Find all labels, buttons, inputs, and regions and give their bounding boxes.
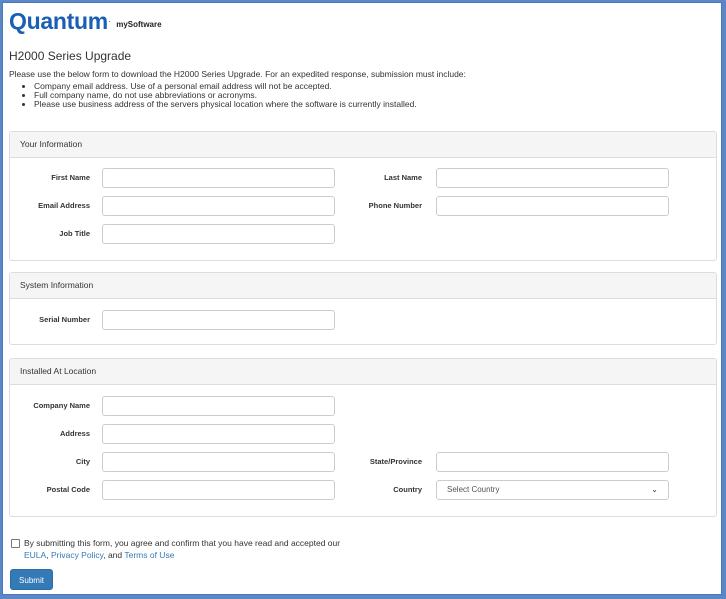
email-field[interactable] [102, 196, 335, 216]
country-label: Country [393, 485, 422, 494]
last-name-field[interactable] [436, 168, 669, 188]
postal-code-label: Postal Code [46, 485, 90, 494]
agree-checkbox[interactable] [11, 539, 20, 548]
first-name-field[interactable] [102, 168, 335, 188]
job-title-field[interactable] [102, 224, 335, 244]
company-name-label: Company Name [33, 401, 90, 410]
email-label: Email Address [38, 201, 90, 210]
state-field[interactable] [436, 452, 669, 472]
panel-heading: Installed At Location [10, 359, 716, 385]
postal-code-field[interactable] [102, 480, 335, 500]
serial-number-label: Serial Number [39, 315, 90, 324]
intro-section: H2000 Series Upgrade Please use the belo… [9, 49, 717, 109]
country-select[interactable]: Select Country ⌄ [436, 480, 669, 500]
first-name-label: First Name [51, 173, 90, 182]
product-name: mySoftware [116, 20, 162, 29]
agreement-text: By submitting this form, you agree and c… [24, 538, 341, 560]
company-name-field[interactable] [102, 396, 335, 416]
address-field[interactable] [102, 424, 335, 444]
city-label: City [75, 457, 90, 466]
list-item: Please use business address of the serve… [34, 100, 717, 109]
chevron-down-icon: ⌄ [651, 485, 658, 494]
page-title: H2000 Series Upgrade [9, 49, 132, 63]
phone-field[interactable] [436, 196, 669, 216]
privacy-policy-link[interactable]: Privacy Policy [51, 550, 103, 560]
address-label: Address [59, 429, 90, 438]
system-information-panel: System Information Serial Number [9, 272, 717, 345]
quantum-logo[interactable]: Quantum. [9, 10, 111, 33]
country-select-value: Select Country [447, 485, 500, 494]
your-information-panel: Your Information First Name Last Name Em… [9, 131, 717, 261]
requirements-list: Company email address. Use of a personal… [9, 82, 717, 109]
city-field[interactable] [102, 452, 335, 472]
intro-text: Please use the below form to download th… [9, 69, 466, 79]
phone-label: Phone Number [368, 201, 422, 210]
serial-number-field[interactable] [102, 310, 335, 330]
page-frame: Quantum. mySoftware H2000 Series Upgrade… [2, 2, 722, 595]
job-title-label: Job Title [59, 229, 90, 238]
submit-button[interactable]: Submit [10, 569, 53, 590]
state-label: State/Province [369, 457, 422, 466]
agreement: By submitting this form, you agree and c… [11, 537, 340, 561]
panel-heading: Your Information [10, 132, 716, 158]
eula-link[interactable]: EULA [24, 550, 46, 560]
header: Quantum. mySoftware [9, 7, 162, 33]
installed-location-panel: Installed At Location Company Name Addre… [9, 358, 717, 517]
last-name-label: Last Name [384, 173, 422, 182]
panel-heading: System Information [10, 273, 716, 299]
terms-of-use-link[interactable]: Terms of Use [124, 550, 174, 560]
